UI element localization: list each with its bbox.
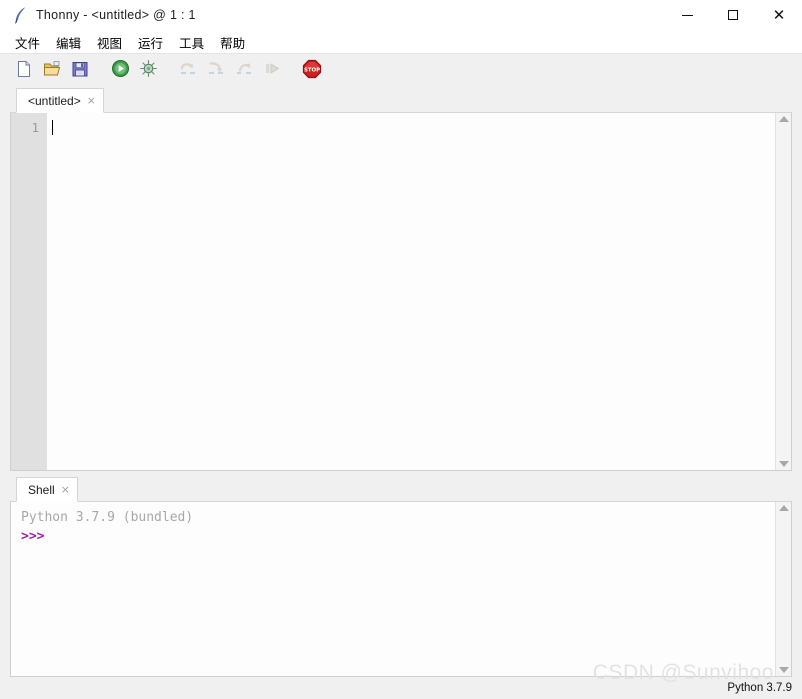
menu-edit[interactable]: 编辑 xyxy=(49,31,88,54)
editor-scrollbar[interactable] xyxy=(775,113,791,470)
open-file-button[interactable] xyxy=(40,59,64,83)
new-file-icon xyxy=(15,60,33,83)
debug-button[interactable] xyxy=(136,59,160,83)
shell-pane: Shell × Python 3.7.9 (bundled) >>> xyxy=(10,477,792,677)
resume-button xyxy=(260,59,284,83)
shell-scrollbar-track[interactable] xyxy=(776,511,791,667)
shell-tabstrip: Shell × xyxy=(10,477,792,502)
stop-button[interactable]: STOP xyxy=(300,59,324,83)
editor-tab-close-icon[interactable]: × xyxy=(87,95,96,106)
text-caret xyxy=(52,120,53,135)
run-icon xyxy=(111,59,130,83)
status-bar: Python 3.7.9 xyxy=(0,677,802,699)
shell-tab-label: Shell xyxy=(28,482,55,497)
menu-run[interactable]: 运行 xyxy=(131,31,170,54)
minimize-button[interactable] xyxy=(664,0,710,30)
minimize-icon xyxy=(681,14,693,16)
run-button[interactable] xyxy=(108,59,132,83)
editor-tabstrip: <untitled> × xyxy=(10,88,792,113)
menu-tools[interactable]: 工具 xyxy=(172,31,211,54)
shell-scrollbar[interactable] xyxy=(775,502,791,676)
menu-help[interactable]: 帮助 xyxy=(213,31,252,54)
maximize-button[interactable] xyxy=(710,0,756,30)
shell-prompt[interactable]: >>> xyxy=(21,527,775,546)
line-number: 1 xyxy=(31,120,39,135)
line-number-gutter: 1 xyxy=(11,113,47,470)
step-out-icon xyxy=(235,60,254,82)
shell-version-line: Python 3.7.9 (bundled) xyxy=(21,510,194,525)
maximize-icon xyxy=(728,10,738,20)
scroll-down-icon[interactable] xyxy=(778,461,789,467)
thonny-window: Thonny - <untitled> @ 1 : 1 ✕ 文件 编辑 视图 运… xyxy=(0,0,802,699)
shell-console[interactable]: Python 3.7.9 (bundled) >>> xyxy=(10,502,792,677)
shell-output[interactable]: Python 3.7.9 (bundled) >>> xyxy=(11,502,775,676)
scroll-down-icon[interactable] xyxy=(778,667,789,673)
shell-tab[interactable]: Shell × xyxy=(16,477,78,502)
new-file-button[interactable] xyxy=(12,59,36,83)
editor-tab-untitled[interactable]: <untitled> × xyxy=(16,88,104,113)
menu-view[interactable]: 视图 xyxy=(90,31,129,54)
menu-file[interactable]: 文件 xyxy=(8,31,47,54)
step-over-icon xyxy=(179,60,198,82)
stop-icon: STOP xyxy=(302,59,322,84)
code-text-area[interactable] xyxy=(47,113,775,470)
svg-text:STOP: STOP xyxy=(304,67,320,73)
debug-icon xyxy=(139,59,158,83)
title-bar-left: Thonny - <untitled> @ 1 : 1 xyxy=(0,6,196,24)
editor-scrollbar-track[interactable] xyxy=(776,122,791,461)
close-icon: ✕ xyxy=(772,5,786,24)
shell-tab-close-icon[interactable]: × xyxy=(61,484,70,495)
interpreter-status[interactable]: Python 3.7.9 xyxy=(727,682,792,694)
step-out-button xyxy=(232,59,256,83)
step-into-icon xyxy=(207,60,226,82)
save-button[interactable] xyxy=(68,59,92,83)
open-folder-icon xyxy=(43,60,62,83)
feather-quill-icon xyxy=(12,6,28,24)
step-into-button xyxy=(204,59,228,83)
save-icon xyxy=(71,60,89,83)
code-editor[interactable]: 1 xyxy=(10,113,792,471)
step-over-button xyxy=(176,59,200,83)
editor-pane: <untitled> × 1 xyxy=(10,88,792,471)
close-button[interactable]: ✕ xyxy=(756,0,802,30)
window-title: Thonny - <untitled> @ 1 : 1 xyxy=(36,8,196,22)
resume-icon xyxy=(263,60,282,82)
window-controls: ✕ xyxy=(664,0,802,30)
menu-bar: 文件 编辑 视图 运行 工具 帮助 xyxy=(0,31,802,54)
title-bar: Thonny - <untitled> @ 1 : 1 ✕ xyxy=(0,0,802,31)
toolbar: STOP xyxy=(0,54,802,88)
editor-tab-label: <untitled> xyxy=(28,93,81,108)
